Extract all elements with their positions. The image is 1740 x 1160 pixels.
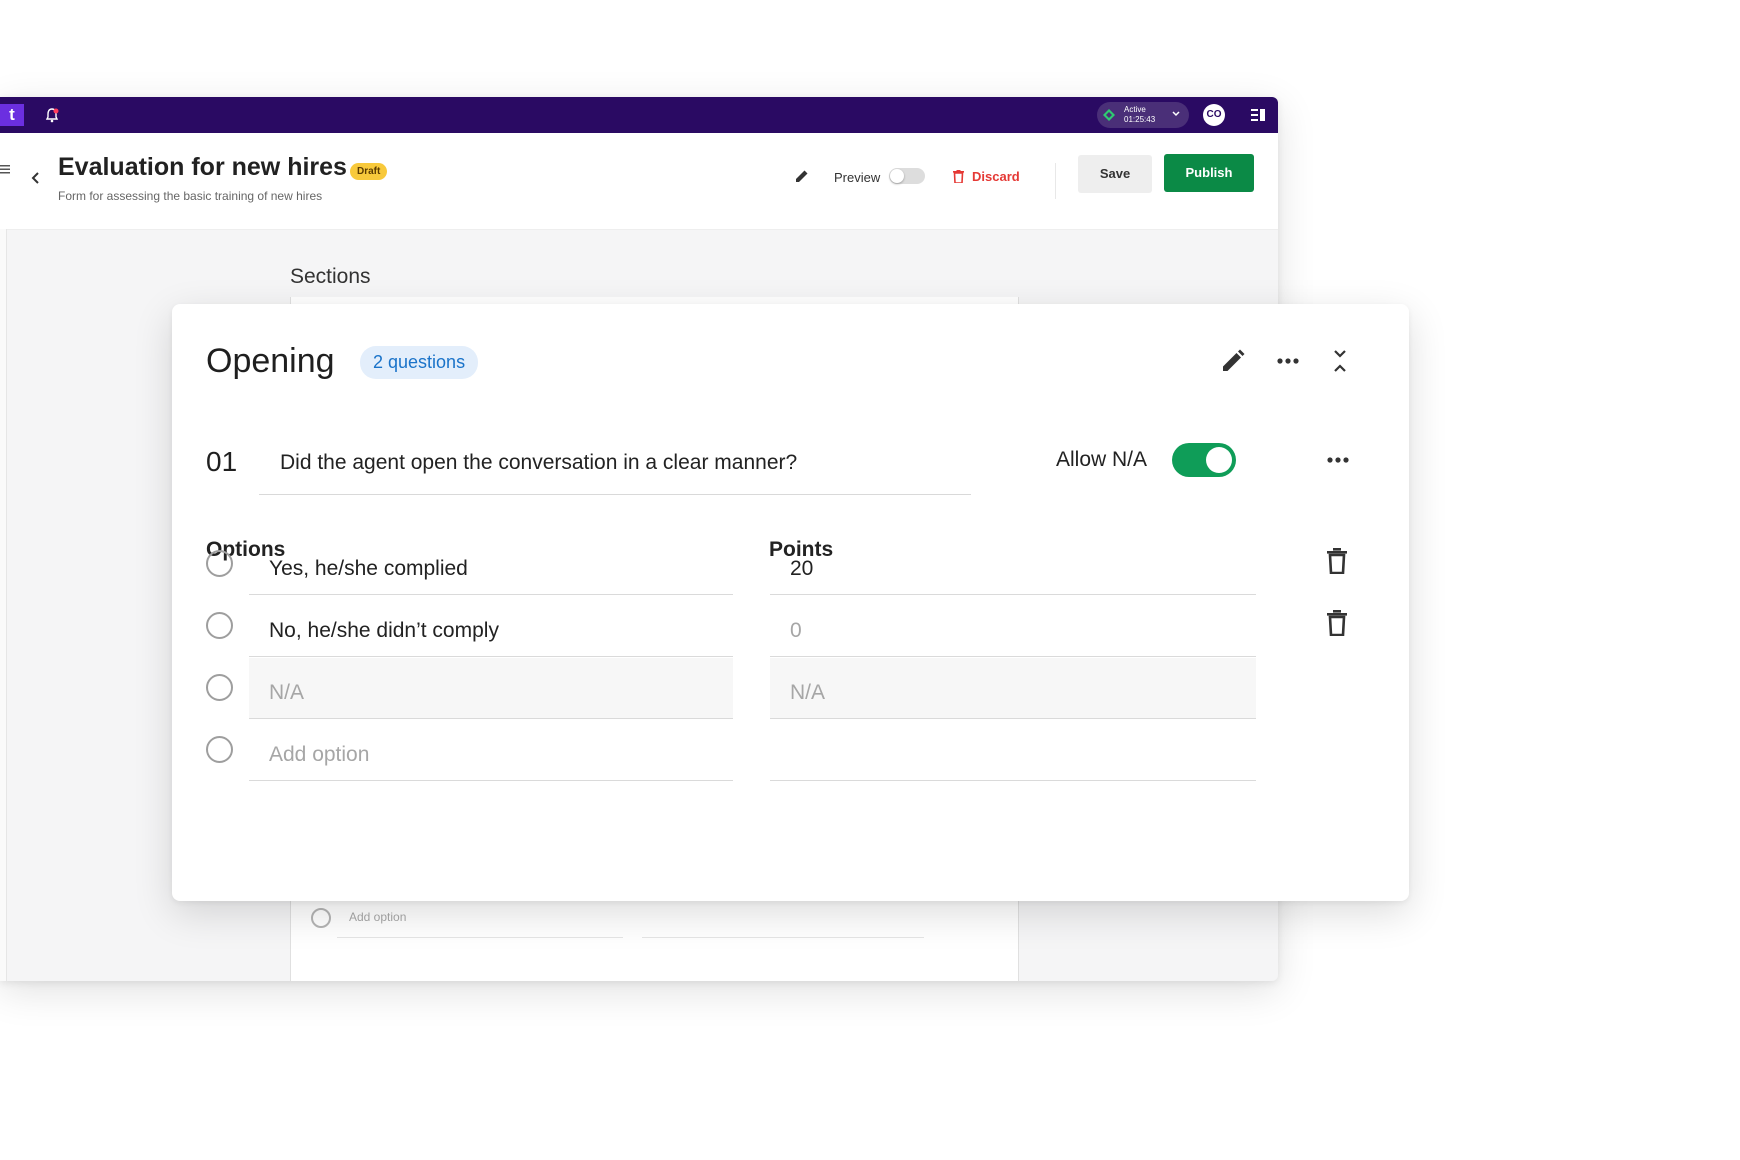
top-bar: t Active 01:25:43 CO <box>0 97 1278 133</box>
status-badge: Draft <box>350 163 388 180</box>
allow-na-toggle-knob <box>1206 447 1232 473</box>
option-radio[interactable] <box>206 736 233 763</box>
delete-trash-icon[interactable] <box>1326 610 1348 636</box>
allow-na-toggle[interactable] <box>1172 443 1236 477</box>
status-diamond-icon <box>1103 109 1115 121</box>
notification-bell-icon[interactable] <box>44 107 60 123</box>
option-radio[interactable] <box>206 550 233 577</box>
option-radio[interactable] <box>206 674 233 701</box>
side-panel-icon[interactable] <box>1250 107 1266 123</box>
add-option-row: Add option <box>172 734 1409 804</box>
status-label: Active <box>1124 105 1146 114</box>
option-points-field[interactable]: 20 <box>770 534 1256 595</box>
option-points-field[interactable]: 0 <box>770 596 1256 657</box>
status-timer: 01:25:43 <box>1124 115 1156 124</box>
divider <box>259 494 971 495</box>
delete-trash-icon[interactable] <box>1326 548 1348 574</box>
more-options-icon[interactable] <box>1276 356 1300 366</box>
option-radio[interactable] <box>206 612 233 639</box>
publish-button[interactable]: Publish <box>1164 154 1254 192</box>
collapse-icon[interactable] <box>1332 348 1348 374</box>
option-label: Yes, he/she complied <box>269 557 468 580</box>
add-option-placeholder: Add option <box>269 743 370 766</box>
question-text-field[interactable]: Did the agent open the conversation in a… <box>280 451 797 475</box>
form-header: Evaluation for new hires Draft Form for … <box>0 133 1278 230</box>
allow-na-label: Allow N/A <box>1056 448 1148 471</box>
back-arrow-icon[interactable] <box>30 171 42 185</box>
section-card: Opening 2 questions 01 Did the agent ope… <box>172 304 1409 901</box>
option-label: No, he/she didn’t comply <box>269 619 499 642</box>
option-points-field: N/A <box>770 658 1256 719</box>
option-label-field[interactable]: Yes, he/she complied <box>249 534 733 595</box>
divider <box>1055 163 1056 199</box>
agent-status-dropdown[interactable]: Active 01:25:43 <box>1097 102 1189 128</box>
page-title: Evaluation for new hires <box>58 153 347 181</box>
save-button[interactable]: Save <box>1078 155 1152 193</box>
preview-label: Preview <box>834 170 881 185</box>
discard-button[interactable]: Discard <box>953 169 1020 184</box>
question-count-badge: 2 questions <box>360 346 479 379</box>
option-points-placeholder: N/A <box>790 681 826 704</box>
edit-pencil-icon[interactable] <box>794 168 810 184</box>
add-option-field[interactable]: Add option <box>249 720 733 781</box>
divider <box>642 937 924 938</box>
add-option-points-field[interactable] <box>770 720 1256 781</box>
app-logo[interactable]: t <box>0 104 24 126</box>
section-title: Opening <box>206 342 335 380</box>
edit-pencil-icon[interactable] <box>1220 348 1246 374</box>
sections-heading: Sections <box>290 265 371 288</box>
background-add-option[interactable]: Add option <box>349 910 406 924</box>
discard-label: Discard <box>972 169 1020 184</box>
trash-icon <box>953 170 964 184</box>
status-text: Active 01:25:43 <box>1124 105 1155 125</box>
option-points: 20 <box>790 557 814 580</box>
option-label-field: N/A <box>249 658 733 719</box>
divider <box>337 937 623 938</box>
more-options-icon[interactable] <box>1326 455 1350 465</box>
option-points-placeholder: 0 <box>790 619 802 642</box>
menu-icon[interactable] <box>0 163 10 175</box>
option-label-placeholder: N/A <box>269 681 305 704</box>
page-subtitle: Form for assessing the basic training of… <box>58 189 323 203</box>
preview-toggle-knob <box>890 169 904 183</box>
question-number: 01 <box>206 446 238 477</box>
option-label-field[interactable]: No, he/she didn’t comply <box>249 596 733 657</box>
left-rail <box>0 229 7 981</box>
preview-toggle[interactable] <box>889 168 925 184</box>
background-option-radio[interactable] <box>311 908 331 928</box>
chevron-down-icon <box>1172 111 1180 117</box>
avatar[interactable]: CO <box>1203 104 1225 126</box>
